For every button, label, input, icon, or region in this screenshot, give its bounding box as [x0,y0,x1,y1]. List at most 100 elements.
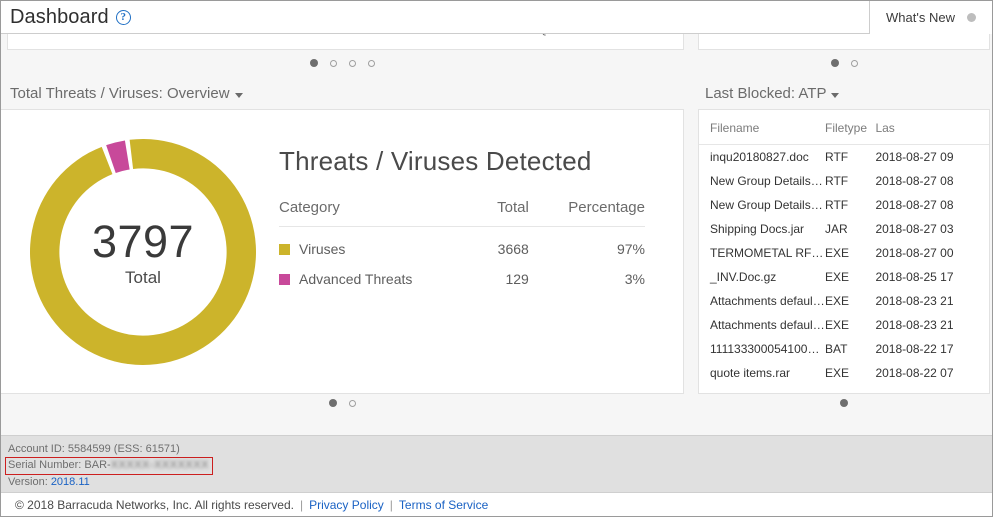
cell-filename: New Group Details.zip [710,174,825,188]
carousel-dot[interactable] [330,59,337,67]
right-widget-title-dropdown[interactable]: Last Blocked: ATP [705,85,840,102]
page-header: Dashboard ? What's New [1,1,992,34]
cell-filetype: BAT [825,342,848,356]
carousel-dot[interactable] [830,59,839,67]
clipped-label-clients: Clients [316,34,353,36]
left-widget-title-label: Total Threats / Viruses: Overview [10,85,230,102]
threats-donut-chart: 3797 Total [23,132,263,372]
legend-category-cell: Viruses [279,227,481,257]
column-header-last-blocked[interactable]: Las [875,110,989,145]
cell-filename: TERMOMETAL RFQ {… [710,246,825,260]
legend-header-total: Total [480,199,529,227]
whats-new-label: What's New [886,9,955,25]
cell-filename: Shipping Docs.jar [710,222,805,236]
cell-filetype: EXE [825,294,850,308]
cell-filetype: EXE [825,318,850,332]
chevron-down-icon[interactable] [234,92,243,98]
copyright-bar: © 2018 Barracuda Networks, Inc. All righ… [1,492,992,516]
carousel-dot[interactable] [368,59,375,67]
legend-total-cell: 129 [505,271,529,287]
table-row[interactable]: _INV.Doc.gz EXE 2018-08-25 17 [699,265,989,289]
serial-number-highlight-box: Serial Number: BAR-XXXXX-XXXXXXX [5,457,213,475]
last-blocked-header-row: Filename Filetype Las [699,110,989,145]
carousel-dot[interactable] [349,399,356,407]
carousel-dots-top-right [698,59,990,67]
dashboard-page: Dashboard ? What's New Clients Quarantin… [0,0,993,517]
table-row[interactable]: New Group Details.zip RTF 2018-08-27 08 [699,169,989,193]
legend-header-percentage: Percentage [528,199,645,227]
cell-last-blocked: 2018-08-22 07 [875,366,954,380]
cell-last-blocked: 2018-08-27 08 [875,198,954,212]
cell-last-blocked: 2018-08-27 00 [875,246,954,260]
page-title: Dashboard [10,5,109,28]
terms-of-service-link[interactable]: Terms of Service [399,498,488,512]
legend-color-swatch [279,274,290,285]
last-blocked-table: Filename Filetype Las inqu20180827.doc RT… [699,110,989,385]
legend-total-cell: 3668 [497,241,529,257]
whats-new-button[interactable]: What's New [869,1,992,34]
carousel-dot[interactable] [349,59,356,67]
cell-filename: Attachments default.ht… [710,318,825,332]
legend-category-label: Advanced Threats [299,271,413,287]
donut-svg [30,139,256,365]
carousel-dot[interactable] [850,59,858,67]
serial-number-redacted-part1: XXXXX [110,459,150,471]
whats-new-status-dot [966,12,976,22]
serial-number-redacted-part2: XXXXXXX [154,459,209,471]
legend-category-label: Viruses [299,241,346,257]
carousel-dot[interactable] [310,59,318,67]
serial-number-prefix: Serial Number: BAR- [8,459,111,471]
version-label: Version: [8,476,48,488]
table-row[interactable]: Attachments default.ht…EXE 2018-08-23 21 [699,289,989,313]
table-row[interactable]: Shipping Docs.jar JAR 2018-08-27 03 [699,217,989,241]
table-row[interactable]: TERMOMETAL RFQ {…EXE 2018-08-27 00 [699,241,989,265]
footer-separator-1: | [299,497,304,512]
right-widget-title-label: Last Blocked: ATP [705,85,827,102]
cell-filetype: RTF [825,198,849,212]
privacy-policy-link[interactable]: Privacy Policy [309,498,384,512]
footer-separator-2: | [389,497,393,512]
chevron-down-icon[interactable] [831,92,840,98]
version-line: Version: 2018.11 [8,475,992,490]
threats-overview-panel: 3797 Total Threats / Viruses Detected Ca… [1,109,684,394]
column-header-filename[interactable]: Filename [699,110,825,145]
legend-color-swatch [279,244,290,255]
cell-filetype: EXE [825,246,850,260]
legend-header-category: Category [279,199,481,227]
cell-filename: quote items.rar [710,366,791,380]
legend-header-row: Category Total Percentage [279,199,645,227]
table-row[interactable]: quote items.rar EXE 2018-08-22 07 [699,361,989,385]
table-row[interactable]: New Group Details.zip RTF 2018-08-27 08 [699,193,989,217]
donut-slice-viruses[interactable] [30,139,256,365]
chart-title: Threats / Viruses Detected [279,146,592,176]
top-widget-left-clipped: Clients Quarantine [7,34,684,50]
cell-filename: inqu20180827.doc [710,150,809,164]
last-blocked-panel: Filename Filetype Las inqu20180827.doc RT… [698,109,990,394]
legend-percentage-cell: 3% [624,271,645,287]
carousel-dot[interactable] [840,399,848,407]
cell-filename: New Group Details.zip [710,198,825,212]
version-value[interactable]: 2018.11 [51,476,90,488]
help-circle-icon[interactable]: ? [115,9,131,25]
cell-filename: 111133300054100054… [710,342,825,356]
cell-filename: _INV.Doc.gz [710,270,777,284]
cell-filetype: EXE [825,270,850,284]
legend-row: Viruses 3668 97% [279,227,645,257]
cell-filetype: JAR [825,222,848,236]
legend-percentage-cell: 97% [616,241,645,257]
carousel-dots-top-left [1,59,684,67]
left-widget-title-dropdown[interactable]: Total Threats / Viruses: Overview [10,85,243,102]
cell-last-blocked: 2018-08-23 21 [875,294,954,308]
carousel-dot[interactable] [329,399,337,407]
top-clipped-widget-row: Clients Quarantine [1,34,992,58]
cell-filetype: RTF [825,150,849,164]
table-row[interactable]: inqu20180827.doc RTF 2018-08-27 09 [699,145,989,170]
threats-legend-area: Threats / Viruses Detected Category Tota… [279,146,649,287]
account-id-line: Account ID: 5584599 (ESS: 61571) [8,443,180,455]
cell-last-blocked: 2018-08-22 17 [875,342,954,356]
column-header-filetype[interactable]: Filetype [825,110,876,145]
copyright-text: © 2018 Barracuda Networks, Inc. All righ… [15,497,294,512]
account-info-bar: Account ID: 5584599 (ESS: 61571) Serial … [1,435,992,492]
table-row[interactable]: Attachments default.ht…EXE 2018-08-23 21 [699,313,989,337]
table-row[interactable]: 111133300054100054…BAT 2018-08-22 17 [699,337,989,361]
